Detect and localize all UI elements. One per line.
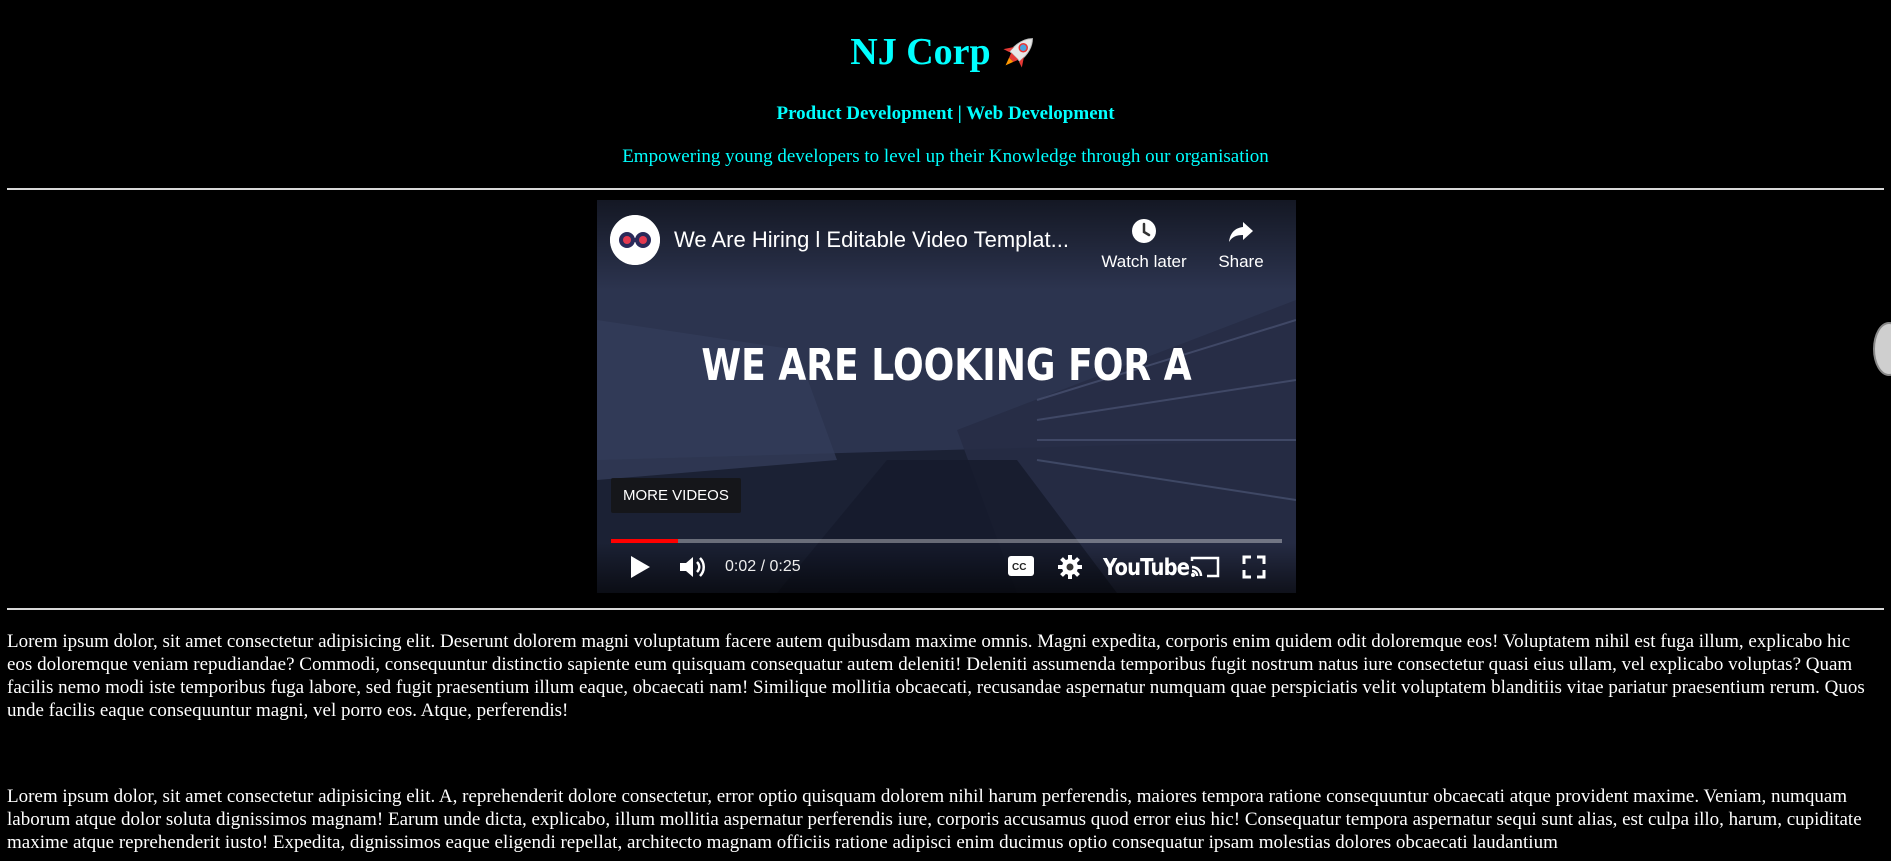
- channel-avatar[interactable]: [610, 215, 660, 265]
- video-player[interactable]: We Are Hiring l Editable Video Templat..…: [597, 200, 1296, 593]
- volume-button[interactable]: [677, 553, 707, 581]
- volume-icon: [680, 557, 705, 577]
- page-title: NJ Corp: [0, 0, 1891, 78]
- youtube-logo[interactable]: YouTube: [1103, 555, 1190, 581]
- share-icon: [1229, 222, 1253, 242]
- watch-later-label: Watch later: [1101, 252, 1187, 271]
- clock-icon: [1132, 219, 1156, 243]
- fullscreen-button[interactable]: [1242, 555, 1266, 579]
- rocket-icon: [1003, 38, 1033, 68]
- cast-button[interactable]: [1189, 555, 1221, 579]
- share-button[interactable]: Share: [1201, 216, 1281, 272]
- play-button[interactable]: [627, 553, 653, 581]
- settings-icon: [1058, 555, 1082, 579]
- divider-top: [7, 188, 1884, 190]
- video-title[interactable]: We Are Hiring l Editable Video Templat..…: [674, 227, 1074, 253]
- page-title-text: NJ Corp: [850, 31, 991, 73]
- content-paragraph: Lorem ipsum dolor, sit amet consectetur …: [7, 786, 1862, 853]
- watch-later-button[interactable]: Watch later: [1094, 216, 1194, 272]
- divider-bottom: [7, 608, 1884, 610]
- floating-widget[interactable]: [1873, 322, 1891, 376]
- more-videos-button[interactable]: MORE VIDEOS: [611, 478, 741, 513]
- page-tagline: Empowering young developers to level up …: [622, 146, 1269, 167]
- time-display: 0:02 / 0:25: [725, 558, 801, 575]
- play-icon: [631, 556, 650, 578]
- share-label: Share: [1218, 252, 1264, 271]
- content-paragraph: Lorem ipsum dolor, sit amet consectetur …: [7, 631, 1865, 721]
- cast-icon: [1190, 556, 1220, 578]
- player-controls: 0:02 / 0:25 CC YouTube: [597, 543, 1296, 593]
- page-subtitle: Product Development | Web Development: [776, 103, 1115, 124]
- video-overlay-text: WE ARE LOOKING FOR A: [701, 340, 1192, 391]
- captions-icon: CC: [1008, 556, 1034, 576]
- svg-text:CC: CC: [1012, 562, 1026, 573]
- settings-button[interactable]: [1057, 554, 1083, 580]
- page-header: NJ Corp Product Development | Web Develo…: [0, 0, 1891, 167]
- fullscreen-icon: [1242, 555, 1266, 579]
- captions-button[interactable]: CC: [1007, 555, 1035, 577]
